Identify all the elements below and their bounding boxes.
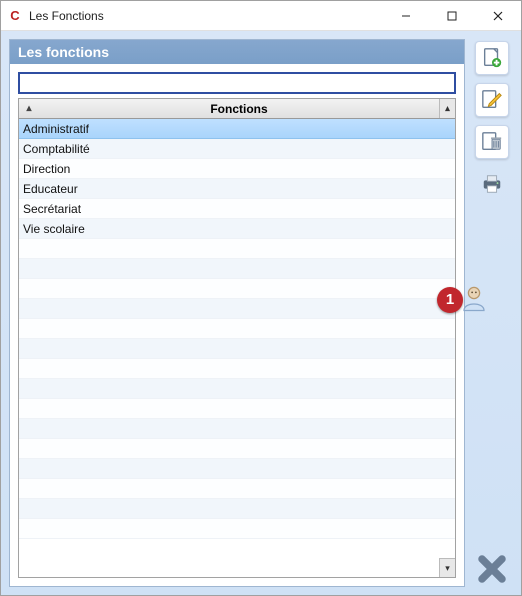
delete-button[interactable] — [475, 125, 509, 159]
printer-icon — [481, 173, 503, 195]
minimize-button[interactable] — [383, 1, 429, 31]
table-row[interactable] — [19, 299, 455, 319]
scroll-down-button[interactable]: ▾ — [439, 558, 455, 577]
close-panel-button[interactable] — [474, 551, 510, 587]
titlebar: C Les Fonctions — [1, 1, 521, 31]
maximize-button[interactable] — [429, 1, 475, 31]
table-row[interactable] — [19, 359, 455, 379]
table-row[interactable] — [19, 259, 455, 279]
window-title: Les Fonctions — [29, 9, 383, 23]
scroll-up-button[interactable]: ▴ — [439, 99, 455, 118]
table-row[interactable]: Administratif — [19, 119, 455, 139]
window-close-button[interactable] — [475, 1, 521, 31]
pencil-icon — [481, 89, 503, 111]
grid-header[interactable]: ▴ Fonctions ▴ — [19, 99, 455, 119]
client-area: Les fonctions ▴ Fonctions ▴ Administrati… — [1, 31, 521, 595]
table-row[interactable] — [19, 479, 455, 499]
table-row[interactable] — [19, 239, 455, 259]
table-row[interactable]: Vie scolaire — [19, 219, 455, 239]
edit-button[interactable] — [475, 83, 509, 117]
search-input[interactable] — [18, 72, 456, 94]
table-row[interactable]: Comptabilité — [19, 139, 455, 159]
table-row[interactable]: Educateur — [19, 179, 455, 199]
main-panel: Les fonctions ▴ Fonctions ▴ Administrati… — [9, 39, 465, 587]
add-button[interactable] — [475, 41, 509, 75]
table-row[interactable] — [19, 279, 455, 299]
sidebar-toolbar — [471, 39, 513, 587]
close-icon — [477, 554, 507, 584]
panel-body: ▴ Fonctions ▴ AdministratifComptabilitéD… — [10, 64, 464, 586]
table-row[interactable] — [19, 379, 455, 399]
print-button[interactable] — [475, 167, 509, 201]
app-icon: C — [7, 8, 23, 24]
table-row[interactable] — [19, 439, 455, 459]
table-row[interactable] — [19, 499, 455, 519]
table-row[interactable] — [19, 399, 455, 419]
table-row[interactable] — [19, 459, 455, 479]
table-row[interactable] — [19, 519, 455, 539]
panel-header: Les fonctions — [10, 40, 464, 64]
table-row[interactable]: Secrétariat — [19, 199, 455, 219]
grid: ▴ Fonctions ▴ AdministratifComptabilitéD… — [18, 98, 456, 578]
column-header-fonctions[interactable]: Fonctions — [39, 102, 439, 116]
grid-rows: AdministratifComptabilitéDirectionEducat… — [19, 119, 455, 577]
page-plus-icon — [481, 47, 503, 69]
table-row[interactable] — [19, 419, 455, 439]
trash-icon — [481, 131, 503, 153]
sort-indicator-icon: ▴ — [19, 103, 39, 114]
table-row[interactable]: Direction — [19, 159, 455, 179]
table-row[interactable] — [19, 339, 455, 359]
app-window: C Les Fonctions Les fonctions ▴ Fonction… — [0, 0, 522, 596]
table-row[interactable] — [19, 319, 455, 339]
